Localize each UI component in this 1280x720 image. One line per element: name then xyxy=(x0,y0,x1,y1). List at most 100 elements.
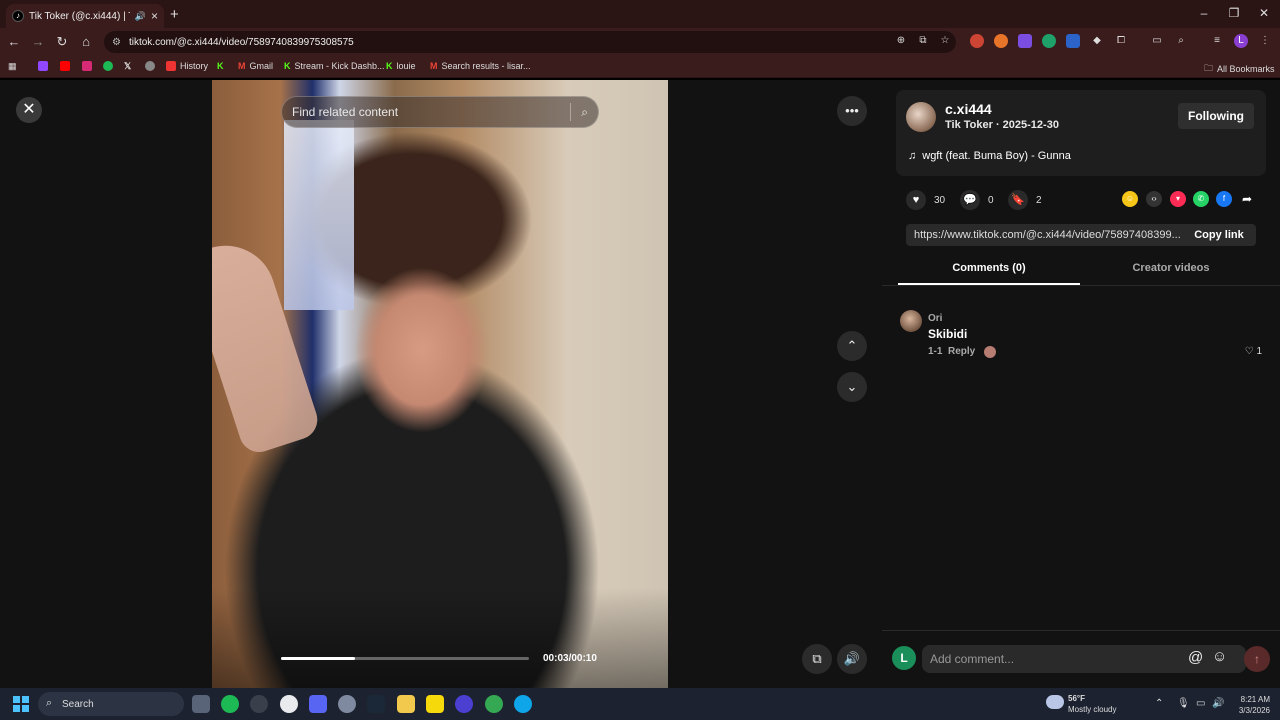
taskbar-search[interactable]: ⌕ Search xyxy=(38,692,184,716)
facebook-icon[interactable]: f xyxy=(1216,191,1232,207)
microphone-icon[interactable]: 🎙 xyxy=(1177,698,1190,709)
close-window-button[interactable]: ✕ xyxy=(1254,6,1274,20)
chrome-app-icon[interactable] xyxy=(280,695,298,713)
bookmark-twitch-icon[interactable] xyxy=(38,61,48,71)
obs-app-icon[interactable] xyxy=(250,695,268,713)
video-player[interactable] xyxy=(212,80,668,688)
video-progress-bar[interactable] xyxy=(281,657,529,660)
heart-icon[interactable]: ♥ xyxy=(906,190,926,210)
tray-chevron-up-icon[interactable]: ⌃ xyxy=(1155,698,1163,709)
close-video-button[interactable]: ✕ xyxy=(16,97,42,123)
close-tab-icon[interactable]: × xyxy=(151,9,158,23)
extension-blue-icon[interactable] xyxy=(1066,34,1080,48)
bookmark-kick-icon[interactable]: K xyxy=(217,61,224,71)
bookmark-youtube-icon[interactable] xyxy=(60,61,70,71)
comment-bubble-icon[interactable]: 💬 xyxy=(960,190,980,210)
chrome-profile-icon[interactable] xyxy=(485,695,503,713)
search-icon[interactable]: ⌕ xyxy=(581,105,588,120)
share-friends-icon[interactable]: ☺ xyxy=(1122,191,1138,207)
speaker-icon[interactable]: 🔊 xyxy=(135,11,146,22)
extensions-puzzle-icon[interactable]: ⧠ xyxy=(1114,34,1128,48)
music-link[interactable]: ♫ wgft (feat. Buma Boy) - Gunna xyxy=(908,150,1071,162)
edge-app-icon[interactable] xyxy=(514,695,532,713)
extension-diamond-icon[interactable]: ◆ xyxy=(1090,34,1104,48)
following-button[interactable]: Following xyxy=(1178,103,1254,129)
media-control-icon[interactable]: ≡ xyxy=(1210,34,1224,48)
embed-code-icon[interactable]: ‹› xyxy=(1146,191,1162,207)
share-link-url[interactable]: https://www.tiktok.com/@c.xi444/video/75… xyxy=(914,229,1182,241)
author-avatar[interactable] xyxy=(906,102,936,132)
mention-at-icon[interactable]: @ xyxy=(1188,649,1203,666)
side-panel-icon[interactable]: ▭ xyxy=(1150,34,1164,48)
post-comment-button[interactable]: ↑ xyxy=(1244,646,1270,672)
bookmark-instagram-icon[interactable] xyxy=(82,61,92,71)
tab-creator-videos[interactable]: Creator videos xyxy=(1080,262,1262,274)
new-tab-button[interactable]: + xyxy=(170,6,179,23)
extension-twitch-icon[interactable] xyxy=(1018,34,1032,48)
address-bar[interactable]: ⚙ tiktok.com/@c.xi444/video/758974083997… xyxy=(104,31,956,53)
tab-comments[interactable]: Comments (0) xyxy=(898,262,1080,274)
spotify-app-icon[interactable] xyxy=(221,695,239,713)
profile-avatar[interactable]: L xyxy=(1234,34,1248,48)
bookmark-kick-dashboard[interactable]: K Stream - Kick Dashb... xyxy=(284,61,385,71)
forward-button[interactable]: → xyxy=(29,34,47,49)
app-circle-icon[interactable] xyxy=(455,695,473,713)
steam-app-icon[interactable] xyxy=(367,695,385,713)
heart-outline-icon[interactable]: ♡ xyxy=(1245,346,1254,357)
bookmark-x-icon[interactable]: 𝕏 xyxy=(124,61,131,72)
back-button[interactable]: ← xyxy=(5,34,23,49)
copy-link-button[interactable]: Copy link xyxy=(1182,229,1256,241)
bookmark-gmail[interactable]: M Gmail xyxy=(238,61,273,71)
sticky-notes-icon[interactable] xyxy=(426,695,444,713)
like-stat[interactable]: ♥ 30 xyxy=(906,190,945,210)
browser-tab[interactable]: ♪ Tik Toker (@c.xi444) | TikTok 🔊 × xyxy=(6,4,164,28)
zoom-icon[interactable]: ⊕ xyxy=(894,34,908,48)
whatsapp-icon[interactable]: ✆ xyxy=(1193,191,1209,207)
discord-app-icon[interactable] xyxy=(309,695,327,713)
bookmark-spotify-icon[interactable] xyxy=(103,61,113,71)
volume-tray-icon[interactable]: 🔊 xyxy=(1212,698,1224,709)
network-icon[interactable]: ▭ xyxy=(1196,698,1205,709)
comment-like[interactable]: ♡ 1 xyxy=(1245,346,1262,357)
emoji-icon[interactable]: ☺ xyxy=(1212,648,1227,665)
reload-button[interactable]: ↻ xyxy=(53,34,71,50)
next-video-chevron-down-icon[interactable]: ⌄ xyxy=(837,372,867,402)
find-related-search[interactable]: Find related content ⌕ xyxy=(281,96,599,128)
extension-orange-icon[interactable] xyxy=(994,34,1008,48)
bookmark-star-icon[interactable]: ☆ xyxy=(938,34,952,48)
bookmark-globe-icon[interactable] xyxy=(145,61,155,71)
tab-search-icon[interactable]: ⌕ xyxy=(1174,34,1188,48)
all-bookmarks[interactable]: 🗀 All Bookmarks xyxy=(1204,61,1275,77)
home-button[interactable]: ⌂ xyxy=(77,34,95,49)
share-arrow-icon[interactable]: ➦ xyxy=(1239,191,1255,207)
reply-button[interactable]: Reply xyxy=(948,346,975,357)
task-view-icon[interactable] xyxy=(192,695,210,713)
bookmark-search-results[interactable]: M Search results - lisar... xyxy=(430,61,531,71)
system-clock[interactable]: 8:21 AM 3/3/2026 xyxy=(1228,694,1270,716)
settings-app-icon[interactable] xyxy=(338,695,356,713)
restore-button[interactable]: ❐ xyxy=(1224,6,1244,20)
bookmark-louie[interactable]: Klouie xyxy=(386,61,416,71)
extension-ublock-icon[interactable] xyxy=(970,34,984,48)
save-stat[interactable]: 🔖 2 xyxy=(1008,190,1042,210)
share-send-icon[interactable]: ▾ xyxy=(1170,191,1186,207)
menu-kebab-icon[interactable]: ⋮ xyxy=(1258,34,1272,48)
commenter-name[interactable]: Ori xyxy=(928,313,942,324)
author-username[interactable]: c.xi444 xyxy=(945,101,992,117)
file-explorer-icon[interactable] xyxy=(397,695,415,713)
comment-stat[interactable]: 💬 0 xyxy=(960,190,994,210)
minimize-button[interactable]: – xyxy=(1194,6,1214,20)
commenter-avatar[interactable] xyxy=(900,310,922,332)
floating-player-icon[interactable]: ⧉ xyxy=(802,644,832,674)
current-user-avatar[interactable]: L xyxy=(892,646,916,670)
weather-widget[interactable]: 56°F Mostly cloudy xyxy=(1046,693,1116,715)
previous-video-chevron-up-icon[interactable]: ⌃ xyxy=(837,331,867,361)
install-app-icon[interactable]: ⧉ xyxy=(916,34,930,48)
site-info-icon[interactable]: ⚙ xyxy=(112,37,121,48)
volume-icon[interactable]: 🔊 xyxy=(837,644,867,674)
extension-green-icon[interactable] xyxy=(1042,34,1056,48)
bookmark-icon[interactable]: 🔖 xyxy=(1008,190,1028,210)
bookmark-history[interactable]: History xyxy=(166,61,208,71)
more-options-icon[interactable]: ••• xyxy=(837,96,867,126)
apps-grid-icon[interactable]: ▦ xyxy=(8,61,17,72)
